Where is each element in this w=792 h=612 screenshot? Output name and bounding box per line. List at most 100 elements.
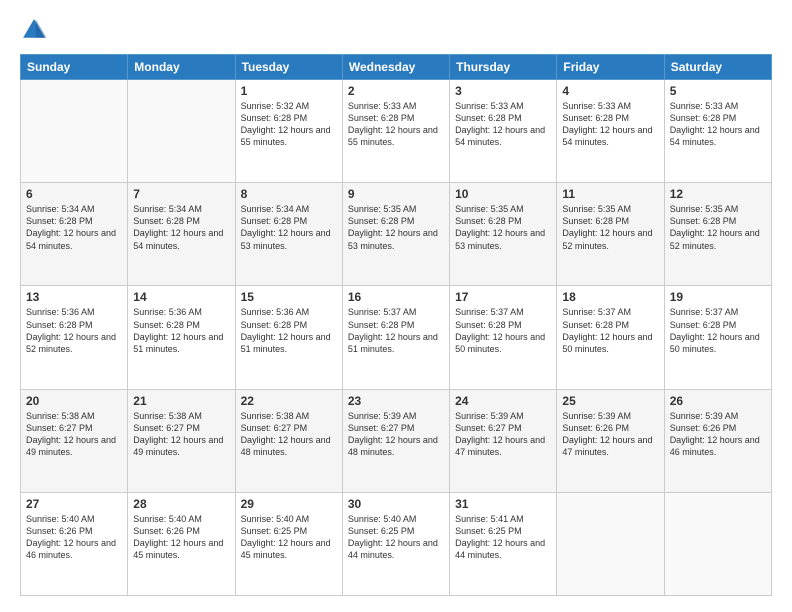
cell-day-number: 1 bbox=[241, 84, 337, 98]
cell-day-number: 10 bbox=[455, 187, 551, 201]
cell-sun-info: Sunrise: 5:33 AMSunset: 6:28 PMDaylight:… bbox=[348, 100, 444, 149]
cell-day-number: 21 bbox=[133, 394, 229, 408]
calendar-cell: 5 Sunrise: 5:33 AMSunset: 6:28 PMDaylight… bbox=[664, 80, 771, 183]
weekday-header-thursday: Thursday bbox=[450, 55, 557, 80]
cell-day-number: 14 bbox=[133, 290, 229, 304]
cell-day-number: 9 bbox=[348, 187, 444, 201]
calendar-cell: 26Sunrise: 5:39 AMSunset: 6:26 PMDayligh… bbox=[664, 389, 771, 492]
calendar-cell: 23 Sunrise: 5:39 AMSunset: 6:27 PMDayligh… bbox=[342, 389, 449, 492]
cell-sun-info: Sunrise: 5:39 AMSunset: 6:26 PMDaylight:… bbox=[670, 410, 766, 459]
week-row-3: 13 Sunrise: 5:36 AMSunset: 6:28 PMDayligh… bbox=[21, 286, 772, 389]
calendar-cell bbox=[664, 492, 771, 595]
logo-icon bbox=[20, 16, 48, 44]
calendar-cell: 15Sunrise: 5:36 AMSunset: 6:28 PMDayligh… bbox=[235, 286, 342, 389]
calendar-cell: 20 Sunrise: 5:38 AMSunset: 6:27 PMDayligh… bbox=[21, 389, 128, 492]
weekday-header-sunday: Sunday bbox=[21, 55, 128, 80]
week-row-1: 1 Sunrise: 5:32 AMSunset: 6:28 PMDaylight… bbox=[21, 80, 772, 183]
calendar-cell: 17 Sunrise: 5:37 AMSunset: 6:28 PMDayligh… bbox=[450, 286, 557, 389]
weekday-header-wednesday: Wednesday bbox=[342, 55, 449, 80]
calendar-cell: 22Sunrise: 5:38 AMSunset: 6:27 PMDayligh… bbox=[235, 389, 342, 492]
cell-sun-info: Sunrise: 5:34 AMSunset: 6:28 PMDaylight:… bbox=[133, 203, 229, 252]
cell-day-number: 24 bbox=[455, 394, 551, 408]
cell-day-number: 31 bbox=[455, 497, 551, 511]
calendar-cell: 14 Sunrise: 5:36 AMSunset: 6:28 PMDayligh… bbox=[128, 286, 235, 389]
cell-sun-info: Sunrise: 5:37 AMSunset: 6:28 PMDaylight:… bbox=[455, 306, 551, 355]
cell-sun-info: Sunrise: 5:36 AMSunset: 6:28 PMDaylight:… bbox=[241, 306, 337, 355]
weekday-header-monday: Monday bbox=[128, 55, 235, 80]
cell-sun-info: Sunrise: 5:39 AMSunset: 6:27 PMDaylight:… bbox=[455, 410, 551, 459]
cell-day-number: 7 bbox=[133, 187, 229, 201]
weekday-header-tuesday: Tuesday bbox=[235, 55, 342, 80]
cell-day-number: 12 bbox=[670, 187, 766, 201]
logo bbox=[20, 16, 52, 44]
cell-sun-info: Sunrise: 5:35 AMSunset: 6:28 PMDaylight:… bbox=[455, 203, 551, 252]
cell-day-number: 30 bbox=[348, 497, 444, 511]
cell-sun-info: Sunrise: 5:38 AMSunset: 6:27 PMDaylight:… bbox=[133, 410, 229, 459]
cell-sun-info: Sunrise: 5:32 AMSunset: 6:28 PMDaylight:… bbox=[241, 100, 337, 149]
calendar-cell: 16 Sunrise: 5:37 AMSunset: 6:28 PMDayligh… bbox=[342, 286, 449, 389]
page: SundayMondayTuesdayWednesdayThursdayFrid… bbox=[0, 0, 792, 612]
calendar-cell: 30Sunrise: 5:40 AMSunset: 6:25 PMDayligh… bbox=[342, 492, 449, 595]
calendar-cell: 2Sunrise: 5:33 AMSunset: 6:28 PMDaylight… bbox=[342, 80, 449, 183]
cell-sun-info: Sunrise: 5:38 AMSunset: 6:27 PMDaylight:… bbox=[241, 410, 337, 459]
cell-sun-info: Sunrise: 5:34 AMSunset: 6:28 PMDaylight:… bbox=[241, 203, 337, 252]
cell-sun-info: Sunrise: 5:33 AMSunset: 6:28 PMDaylight:… bbox=[670, 100, 766, 149]
calendar-cell bbox=[128, 80, 235, 183]
calendar-cell: 29 Sunrise: 5:40 AMSunset: 6:25 PMDayligh… bbox=[235, 492, 342, 595]
weekday-header-friday: Friday bbox=[557, 55, 664, 80]
header bbox=[20, 16, 772, 44]
cell-sun-info: Sunrise: 5:40 AMSunset: 6:25 PMDaylight:… bbox=[241, 513, 337, 562]
cell-day-number: 25 bbox=[562, 394, 658, 408]
cell-day-number: 13 bbox=[26, 290, 122, 304]
calendar-cell: 9Sunrise: 5:35 AMSunset: 6:28 PMDaylight… bbox=[342, 183, 449, 286]
cell-sun-info: Sunrise: 5:40 AMSunset: 6:26 PMDaylight:… bbox=[26, 513, 122, 562]
calendar-cell: 3 Sunrise: 5:33 AMSunset: 6:28 PMDaylight… bbox=[450, 80, 557, 183]
cell-day-number: 18 bbox=[562, 290, 658, 304]
calendar-cell: 11Sunrise: 5:35 AMSunset: 6:28 PMDayligh… bbox=[557, 183, 664, 286]
calendar-cell: 10 Sunrise: 5:35 AMSunset: 6:28 PMDayligh… bbox=[450, 183, 557, 286]
cell-day-number: 5 bbox=[670, 84, 766, 98]
cell-day-number: 20 bbox=[26, 394, 122, 408]
calendar-cell: 19Sunrise: 5:37 AMSunset: 6:28 PMDayligh… bbox=[664, 286, 771, 389]
cell-day-number: 29 bbox=[241, 497, 337, 511]
cell-sun-info: Sunrise: 5:35 AMSunset: 6:28 PMDaylight:… bbox=[670, 203, 766, 252]
cell-sun-info: Sunrise: 5:33 AMSunset: 6:28 PMDaylight:… bbox=[562, 100, 658, 149]
calendar-cell: 4 Sunrise: 5:33 AMSunset: 6:28 PMDaylight… bbox=[557, 80, 664, 183]
calendar-cell: 13 Sunrise: 5:36 AMSunset: 6:28 PMDayligh… bbox=[21, 286, 128, 389]
cell-day-number: 3 bbox=[455, 84, 551, 98]
cell-day-number: 16 bbox=[348, 290, 444, 304]
cell-day-number: 17 bbox=[455, 290, 551, 304]
cell-sun-info: Sunrise: 5:37 AMSunset: 6:28 PMDaylight:… bbox=[562, 306, 658, 355]
cell-day-number: 8 bbox=[241, 187, 337, 201]
calendar-cell: 28Sunrise: 5:40 AMSunset: 6:26 PMDayligh… bbox=[128, 492, 235, 595]
week-row-2: 6Sunrise: 5:34 AMSunset: 6:28 PMDaylight… bbox=[21, 183, 772, 286]
calendar-cell: 31 Sunrise: 5:41 AMSunset: 6:25 PMDayligh… bbox=[450, 492, 557, 595]
cell-sun-info: Sunrise: 5:33 AMSunset: 6:28 PMDaylight:… bbox=[455, 100, 551, 149]
cell-sun-info: Sunrise: 5:40 AMSunset: 6:26 PMDaylight:… bbox=[133, 513, 229, 562]
cell-day-number: 27 bbox=[26, 497, 122, 511]
week-row-5: 27 Sunrise: 5:40 AMSunset: 6:26 PMDayligh… bbox=[21, 492, 772, 595]
cell-sun-info: Sunrise: 5:34 AMSunset: 6:28 PMDaylight:… bbox=[26, 203, 122, 252]
cell-sun-info: Sunrise: 5:41 AMSunset: 6:25 PMDaylight:… bbox=[455, 513, 551, 562]
calendar-cell: 8 Sunrise: 5:34 AMSunset: 6:28 PMDaylight… bbox=[235, 183, 342, 286]
calendar-cell: 25 Sunrise: 5:39 AMSunset: 6:26 PMDayligh… bbox=[557, 389, 664, 492]
cell-sun-info: Sunrise: 5:36 AMSunset: 6:28 PMDaylight:… bbox=[133, 306, 229, 355]
cell-day-number: 19 bbox=[670, 290, 766, 304]
calendar-cell: 6Sunrise: 5:34 AMSunset: 6:28 PMDaylight… bbox=[21, 183, 128, 286]
cell-day-number: 4 bbox=[562, 84, 658, 98]
week-row-4: 20 Sunrise: 5:38 AMSunset: 6:27 PMDayligh… bbox=[21, 389, 772, 492]
calendar-cell bbox=[557, 492, 664, 595]
calendar-cell: 24 Sunrise: 5:39 AMSunset: 6:27 PMDayligh… bbox=[450, 389, 557, 492]
cell-day-number: 11 bbox=[562, 187, 658, 201]
cell-sun-info: Sunrise: 5:39 AMSunset: 6:26 PMDaylight:… bbox=[562, 410, 658, 459]
cell-sun-info: Sunrise: 5:38 AMSunset: 6:27 PMDaylight:… bbox=[26, 410, 122, 459]
cell-sun-info: Sunrise: 5:37 AMSunset: 6:28 PMDaylight:… bbox=[348, 306, 444, 355]
weekday-header-saturday: Saturday bbox=[664, 55, 771, 80]
cell-sun-info: Sunrise: 5:36 AMSunset: 6:28 PMDaylight:… bbox=[26, 306, 122, 355]
calendar-cell: 18 Sunrise: 5:37 AMSunset: 6:28 PMDayligh… bbox=[557, 286, 664, 389]
cell-sun-info: Sunrise: 5:39 AMSunset: 6:27 PMDaylight:… bbox=[348, 410, 444, 459]
calendar-cell bbox=[21, 80, 128, 183]
calendar-cell: 21 Sunrise: 5:38 AMSunset: 6:27 PMDayligh… bbox=[128, 389, 235, 492]
cell-day-number: 23 bbox=[348, 394, 444, 408]
calendar-cell: 12 Sunrise: 5:35 AMSunset: 6:28 PMDayligh… bbox=[664, 183, 771, 286]
